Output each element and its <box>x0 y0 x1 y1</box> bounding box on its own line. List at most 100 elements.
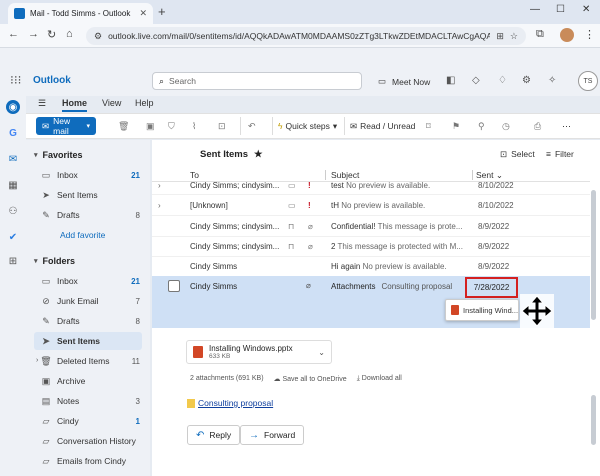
snooze-clock-icon[interactable]: ◷ <box>502 121 510 132</box>
forward-icon[interactable]: → <box>28 28 39 40</box>
favorite-inbox[interactable]: ▭ Inbox 21 <box>34 166 142 184</box>
sweep-broom-icon[interactable]: ⌇ <box>192 121 196 132</box>
favorites-header[interactable]: ▾ Favorites <box>34 150 83 160</box>
folder-archive[interactable]: ▣ Archive <box>34 372 142 390</box>
browser-tab[interactable]: Mail - Todd Simms - Outlook ✕ <box>8 3 153 24</box>
consulting-proposal-link[interactable]: Consulting proposal <box>187 398 273 408</box>
folder-deleted-items[interactable]: 🗑 Deleted Items 11 <box>34 352 142 370</box>
extensions-icon[interactable]: ⧉ <box>536 28 544 41</box>
list-scrollbar[interactable] <box>591 190 596 320</box>
folder-emails-from-cindy[interactable]: ▱ Emails from Cindy <box>34 452 142 470</box>
calendar-small-icon: ▭ <box>288 181 296 190</box>
tab-view[interactable]: View <box>102 98 121 108</box>
install-app-icon[interactable]: ⊞ <box>496 31 504 42</box>
preview-scrollbar[interactable] <box>591 395 596 445</box>
reply-button[interactable]: ↶ Reply <box>187 425 241 445</box>
more-options-icon[interactable]: ⋯ <box>562 121 571 132</box>
ribbon-menu-icon[interactable]: ☰ <box>38 98 46 109</box>
chevron-down-icon[interactable]: ⌄ <box>318 348 325 357</box>
expand-thread-icon[interactable]: › <box>158 201 161 210</box>
more-apps-icon[interactable]: ⊞ <box>6 254 20 268</box>
account-avatar[interactable]: TS <box>578 71 598 91</box>
maximize-icon[interactable]: ☐ <box>556 4 565 15</box>
message-row[interactable]: › [Unknown] ▭ ! tH No preview is availab… <box>152 196 590 216</box>
message-row[interactable]: Cindy Simms Hi again No preview is avail… <box>152 257 590 277</box>
meet-now-button[interactable]: ▭ Meet Now <box>378 76 430 87</box>
report-shield-icon[interactable]: ⛉ <box>168 121 175 132</box>
favorite-star-icon[interactable]: ★ <box>254 149 263 160</box>
search-placeholder: Search <box>169 76 196 86</box>
tab-help[interactable]: Help <box>135 98 154 108</box>
tag-icon[interactable]: ⌑ <box>426 121 431 132</box>
message-row[interactable]: Cindy Simms; cindysim... ⊓ ⌀ 2 This mess… <box>152 237 590 257</box>
move-to-folder-icon[interactable]: ⊡ <box>218 121 226 132</box>
select-button[interactable]: ⊡ Select <box>500 149 535 160</box>
message-row[interactable]: Cindy Simms; cindysim... ⊓ ⌀ Confidentia… <box>152 217 590 237</box>
notifications-bell-icon[interactable]: ♢ <box>498 75 507 86</box>
folder-sent-items[interactable]: ➤ Sent Items <box>34 332 142 350</box>
todo-check-icon[interactable]: ✔ <box>6 230 20 244</box>
preview-text: This message is protected with M... <box>337 242 463 251</box>
calendar-icon[interactable]: ▦ <box>6 178 20 192</box>
minimize-icon[interactable]: — <box>530 4 540 15</box>
search-box[interactable]: ⌕ Search <box>152 72 362 90</box>
folder-drafts[interactable]: ✎ Drafts 8 <box>34 312 142 330</box>
chevron-down-icon[interactable]: ▾ <box>86 122 90 130</box>
address-bar[interactable]: ⚙ outlook.live.com/mail/0/sentitems/id/A… <box>86 27 526 45</box>
chevron-down-icon: ▾ <box>332 121 338 131</box>
chevron-right-icon[interactable]: › <box>36 357 38 364</box>
premium-diamond-icon[interactable]: ◇ <box>472 75 480 86</box>
folder-inbox[interactable]: ▭ Inbox 21 <box>34 272 142 290</box>
outlook-app-icon[interactable]: ◉ <box>6 100 20 114</box>
teams-icon[interactable]: ◧ <box>446 75 455 86</box>
print-icon[interactable]: ⎙ <box>534 121 541 132</box>
new-mail-label: New mail <box>53 116 71 136</box>
close-tab-icon[interactable]: ✕ <box>139 8 147 19</box>
pin-icon[interactable]: ⚲ <box>478 121 485 132</box>
folder-junk-email[interactable]: ⊘ Junk Email 7 <box>34 292 142 310</box>
archive-icon[interactable]: ▣ <box>146 121 155 132</box>
tab-home[interactable]: Home <box>62 98 88 112</box>
favorite-drafts[interactable]: ✎ Drafts 8 <box>34 206 142 224</box>
folder-conversation-history[interactable]: ▱ Conversation History <box>34 432 142 450</box>
save-onedrive-link[interactable]: ☁ Save all to OneDrive <box>274 375 347 383</box>
attachment-card[interactable]: Installing Windows.pptx 633 KB ⌄ <box>186 340 332 364</box>
favorite-sent-items[interactable]: ➤ Sent Items <box>34 186 142 204</box>
google-app-icon[interactable]: G <box>6 126 20 140</box>
back-icon[interactable]: ← <box>8 28 19 40</box>
reply-all-icon[interactable]: ↶ <box>248 121 256 132</box>
flag-icon[interactable]: ⚑ <box>452 121 460 132</box>
site-info-icon[interactable]: ⚙ <box>94 31 102 42</box>
folders-header[interactable]: ▾ Folders <box>34 256 75 266</box>
filter-button[interactable]: ≡ Filter <box>546 149 574 159</box>
message-row[interactable]: › Cindy Simms; cindysim... ▭ ! test No p… <box>152 176 590 195</box>
home-icon[interactable]: ⌂ <box>66 28 73 40</box>
mail-icon[interactable]: ✉ <box>6 152 20 166</box>
add-favorite-link[interactable]: Add favorite <box>60 230 105 240</box>
people-icon[interactable]: ⚇ <box>6 204 20 218</box>
settings-gear-icon[interactable]: ⚙ <box>522 75 531 86</box>
folder-cindy[interactable]: ▱ Cindy 1 <box>34 412 142 430</box>
video-camera-icon: ▭ <box>378 76 387 86</box>
expand-thread-icon[interactable]: › <box>158 181 161 190</box>
new-mail-button[interactable]: ✉ New mail ▾ <box>36 116 96 136</box>
select-label: Select <box>511 149 535 159</box>
browser-profile-avatar[interactable] <box>560 28 574 42</box>
reload-icon[interactable]: ↻ <box>47 28 56 41</box>
app-launcher-icon[interactable]: ⁝⁝⁝ <box>10 73 21 87</box>
read-unread-button[interactable]: ✉ Read / Unread <box>350 121 415 132</box>
folder-notes[interactable]: ▤ Notes 3 <box>34 392 142 410</box>
download-all-link[interactable]: ⤓ Download all <box>357 375 402 383</box>
row-checkbox[interactable] <box>168 280 180 292</box>
new-tab-icon[interactable]: + <box>158 4 166 19</box>
quick-steps-button[interactable]: ϟ Quick steps ▾ <box>278 121 337 132</box>
tips-lightbulb-icon[interactable]: ✧ <box>548 75 556 86</box>
close-window-icon[interactable]: ✕ <box>582 4 590 15</box>
paperclip-icon: ⌀ <box>308 222 313 231</box>
browser-menu-icon[interactable]: ⋮ <box>584 28 595 41</box>
bookmark-star-icon[interactable]: ☆ <box>510 31 518 42</box>
delete-icon[interactable]: 🗑 <box>118 121 129 132</box>
quick-steps-label: Quick steps <box>285 121 330 131</box>
drag-attachment-chip[interactable]: Installing Wind... <box>445 299 519 321</box>
forward-button[interactable]: → Forward <box>240 425 305 445</box>
